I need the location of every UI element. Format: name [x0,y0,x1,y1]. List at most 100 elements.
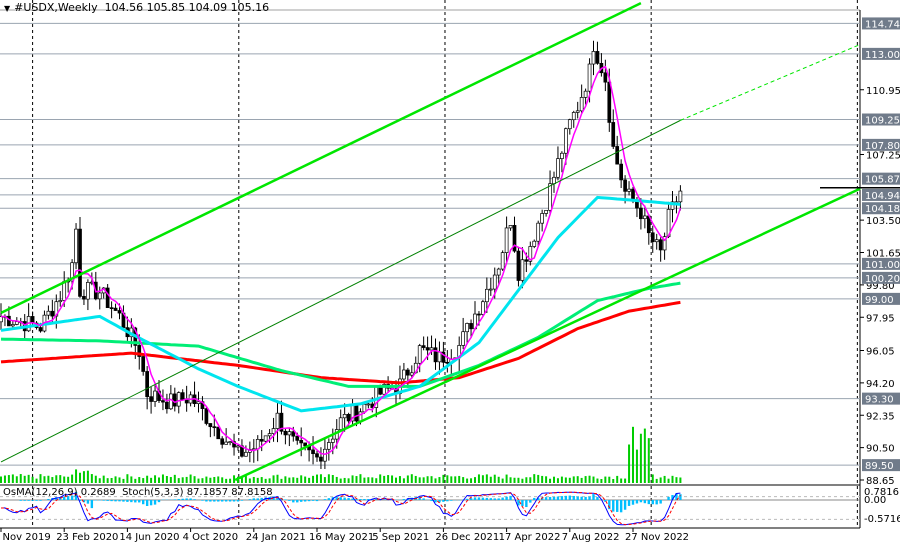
candle-up [544,209,548,214]
candle-up [552,176,556,185]
candle-up [627,188,631,192]
candle-up [575,110,580,113]
ma-200-line [0,300,681,385]
candle-down [615,146,620,165]
candle-down [212,426,217,429]
candle-up [560,152,564,160]
osma-bar [659,500,662,504]
candle-down [204,408,209,424]
candle-up [366,403,371,406]
candle-down [595,51,600,64]
trendline-channel-lower [234,168,900,482]
candle-down [607,81,612,123]
osma-bar [114,500,117,502]
candle-down [117,310,122,314]
osma-bar [19,500,22,501]
candle-down [38,327,43,332]
candle-up [540,213,545,224]
candle-down [406,369,410,376]
price-tick-label: 103.50 [866,216,900,227]
candle-up [0,316,3,323]
candle-up [228,441,232,443]
candle-down [658,239,663,251]
osma-bar [27,500,30,501]
osma-bar [655,500,658,505]
osma-bar [529,500,532,503]
candle-up [461,331,465,346]
candle-up [488,288,493,291]
level-price-label: 93.30 [865,395,894,406]
candle-up [508,225,513,229]
dropdown-arrow-icon[interactable]: ▼ [4,4,10,13]
chart-title: ▼ #USDX,Weekly 104.56 105.85 104.09 105.1… [4,1,269,14]
osma-bar [173,499,176,500]
candle-down [259,439,264,442]
candle-down [603,72,608,83]
candle-up [342,414,347,419]
candle-down [105,287,110,309]
osma-bar [572,495,575,500]
osma-bar [576,496,579,500]
candle-up [267,433,272,437]
price-tick-label: 96.05 [866,347,895,358]
osma-bar [560,496,564,500]
ma-fast-line [0,65,682,455]
candle-down [149,396,153,402]
candle-down [7,315,11,327]
level-price-label: 99.00 [865,295,894,306]
osma-bar [327,498,331,500]
stoch-label: Stoch(5,3,3) 87.1857 87.8158 [122,487,273,498]
candle-up [654,239,659,243]
level-price-label: 104.18 [865,204,900,215]
trendline-channel-upper [0,1,642,315]
candle-down [524,259,529,262]
candle-down [109,307,114,310]
osma-bar [635,500,639,504]
osma-bar [497,498,500,500]
price-tick-label: 94.20 [866,379,895,390]
osma-bar [533,497,536,500]
candle-down [299,440,304,444]
osma-bar [430,500,433,502]
osma-bar [201,500,204,501]
candle-down [78,228,82,297]
osma-bar [145,500,149,507]
osma-bar [134,500,137,503]
candle-up [236,445,240,448]
candle-down [425,347,430,351]
osma-bar [592,494,595,500]
candle-down [145,371,149,397]
osma-bar [185,498,188,500]
osma-bar [473,497,477,500]
osma-bar [465,498,469,500]
candle-up [196,401,201,405]
candle-up [86,282,90,300]
candle-up [429,347,434,351]
ohlc-close: 105.16 [230,1,270,14]
osma-bar [252,498,255,500]
candle-up [263,435,268,442]
candle-up [11,324,15,327]
candle-up [548,183,552,211]
osma-bar [153,500,157,505]
osma-bar [47,498,50,500]
price-chart[interactable]: 110.95107.25103.50101.6599.8097.9596.059… [0,0,900,546]
osma-bar [126,500,129,502]
osma-bar [284,499,287,500]
time-tick-label: 27 Nov 2022 [625,532,689,543]
candle-up [176,392,181,407]
level-price-label: 89.50 [865,461,894,472]
candle-down [113,307,118,311]
osma-bar [568,495,571,500]
candle-up [327,442,331,450]
osma-bar [122,500,125,502]
price-tick-label: 101.65 [866,249,900,260]
osma-bar [300,500,303,502]
candle-up [485,288,489,303]
candle-down [165,401,169,410]
level-price-label: 109.25 [865,116,900,127]
osma-bar [240,500,244,501]
candle-up [500,252,505,270]
candle-up [556,158,560,178]
candle-down [315,453,319,458]
